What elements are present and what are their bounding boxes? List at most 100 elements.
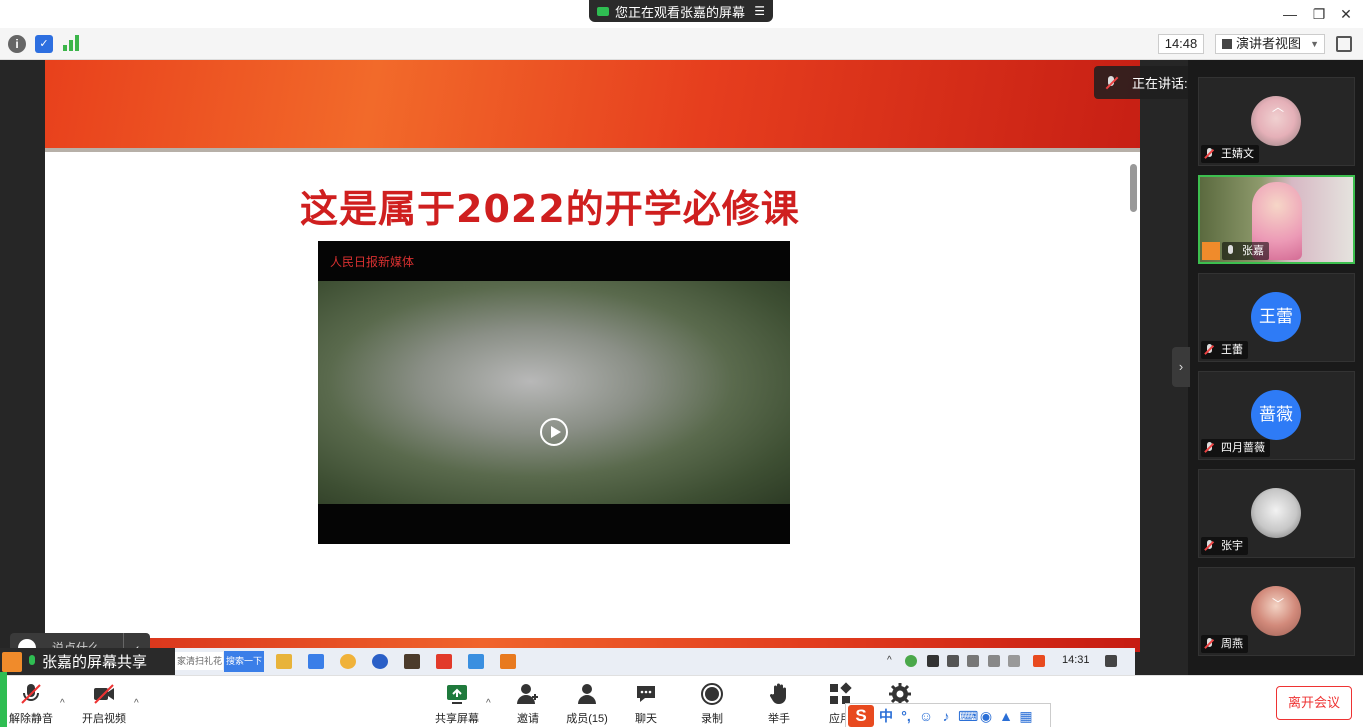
audio-options-caret[interactable]: ^ — [60, 698, 65, 709]
ime-emoji-icon[interactable]: ☺ — [918, 708, 934, 724]
chevron-down-icon: ▼ — [1310, 39, 1319, 49]
raise-hand-button[interactable]: 举手 — [765, 680, 793, 726]
tray-network-icon — [1008, 655, 1020, 667]
tray-ime-icon — [1033, 655, 1045, 667]
start-video-label: 开启视频 — [82, 713, 126, 725]
collapse-panel-button[interactable]: › — [1172, 347, 1190, 387]
menu-icon[interactable]: ☰ — [754, 4, 765, 18]
taskbar-clock: 14:31 — [1062, 654, 1090, 666]
chat-button[interactable]: 聊天 — [632, 680, 660, 726]
folder-icon — [276, 654, 292, 669]
mic-icon — [26, 653, 38, 671]
avatar: 王蕾 — [1251, 292, 1301, 342]
notification-icon — [1105, 655, 1117, 667]
screen-share-owner: 张嘉的屏幕共享 — [42, 654, 148, 671]
chat-label: 聊天 — [635, 713, 657, 725]
embedded-video[interactable]: 人民日报新媒体 — [318, 241, 790, 544]
fullscreen-icon[interactable] — [1336, 36, 1352, 52]
leave-meeting-button[interactable]: 离开会议 — [1276, 686, 1352, 720]
browser-icon — [340, 654, 356, 669]
play-icon[interactable] — [540, 418, 568, 446]
taskbar-search-field: 家清扫礼花 — [175, 652, 223, 670]
participant-name: 四月蔷薇 — [1201, 439, 1270, 457]
meeting-time: 14:48 — [1158, 34, 1204, 54]
sogou-logo-icon: S — [848, 704, 874, 727]
ime-toolbox-icon[interactable]: ▦ — [1018, 708, 1034, 724]
participant-tile-active[interactable]: 张嘉 — [1198, 175, 1355, 264]
tray-battery-icon — [947, 655, 959, 667]
host-icon — [1202, 242, 1220, 260]
participant-name: 王婧文 — [1201, 145, 1259, 163]
chat-icon — [637, 686, 655, 702]
screen-share-label: 张嘉的屏幕共享 — [0, 648, 175, 675]
participant-name: 张宇 — [1201, 537, 1248, 555]
ime-lang-toggle[interactable]: 中 — [878, 708, 894, 724]
video-frame — [318, 281, 790, 504]
meeting-controls-bar: 解除静音 ^ 开启视频 ^ 共享屏幕 ^ 邀请 成员(15) 聊天 录制 举手 … — [0, 675, 1363, 727]
media-icon — [404, 654, 420, 669]
avatar: 蔷薇 — [1251, 390, 1301, 440]
invite-button[interactable]: 邀请 — [513, 680, 543, 726]
ime-toolbar[interactable]: S 中 °, ☺ ♪ ⌨ ◉ ▲ ▦ — [845, 703, 1051, 727]
participant-name: 张嘉 — [1222, 242, 1269, 260]
tray-mic-icon — [927, 655, 939, 667]
slide-header-banner — [45, 60, 1140, 152]
close-button[interactable]: ✕ — [1336, 4, 1356, 24]
raise-hand-label: 举手 — [768, 713, 790, 725]
speaker-view-icon — [1222, 39, 1232, 49]
tray-volume-icon — [967, 655, 979, 667]
participant-tile[interactable]: 张宇 — [1198, 469, 1355, 558]
unmute-button[interactable]: 解除静音 — [8, 680, 54, 726]
ime-voice-icon[interactable]: ♪ — [938, 708, 954, 724]
share-screen-button[interactable]: 共享屏幕 — [433, 680, 481, 726]
signal-icon[interactable] — [63, 35, 81, 51]
meeting-app-icon — [372, 654, 388, 669]
record-label: 录制 — [701, 713, 723, 725]
avatar — [1251, 488, 1301, 538]
shared-taskbar: 张嘉的屏幕共享 家清扫礼花 搜索一下 ^ 14:31 — [0, 648, 1135, 675]
shield-icon[interactable]: ✓ — [35, 35, 53, 53]
tray-wifi-icon — [988, 655, 1000, 667]
mic-muted-icon — [1104, 75, 1118, 90]
tray-app-icon — [905, 655, 917, 667]
word-icon — [308, 654, 324, 669]
minimize-button[interactable]: — — [1280, 4, 1300, 24]
participant-tile[interactable]: ︿ 王婧文 — [1198, 77, 1355, 166]
members-label: 成员(15) — [566, 713, 608, 725]
ime-punct-toggle[interactable]: °, — [898, 708, 914, 724]
scroll-up-icon[interactable]: ︿ — [1269, 98, 1287, 114]
ime-keyboard-icon[interactable]: ⌨ — [958, 708, 978, 724]
participant-name: 王蕾 — [1201, 341, 1248, 359]
people-icon — [578, 684, 596, 704]
wps-icon — [436, 654, 452, 669]
taskbar-search-button: 搜索一下 — [224, 651, 264, 672]
restore-button[interactable]: ❐ — [1309, 4, 1329, 24]
video-logo: 人民日报新媒体 — [330, 255, 415, 269]
view-mode-dropdown[interactable]: 演讲者视图 ▼ — [1215, 34, 1325, 54]
share-screen-label: 共享屏幕 — [435, 713, 479, 725]
video-options-caret[interactable]: ^ — [134, 698, 139, 709]
participant-tile[interactable]: 蔷薇 四月蔷薇 — [1198, 371, 1355, 460]
info-icon[interactable]: i — [8, 35, 26, 53]
camera-icon — [597, 6, 609, 16]
ime-skin-icon[interactable]: ▲ — [998, 708, 1014, 724]
audio-level-indicator — [0, 672, 7, 727]
members-button[interactable]: 成员(15) — [563, 680, 611, 726]
record-button[interactable]: 录制 — [698, 680, 726, 726]
participant-tile[interactable]: 王蕾 王蕾 — [1198, 273, 1355, 362]
ime-user-icon[interactable]: ◉ — [978, 708, 994, 724]
scroll-down-icon[interactable]: ﹀ — [1269, 595, 1287, 611]
video-off-icon — [94, 684, 114, 704]
avatar — [1251, 586, 1301, 636]
presentation-slide: 这是属于2022的开学必修课 人民日报新媒体 — [45, 60, 1140, 652]
record-icon — [701, 683, 723, 705]
start-video-button[interactable]: 开启视频 — [80, 680, 128, 726]
viewing-screen-pill[interactable]: 您正在观看张嘉的屏幕 ☰ — [589, 0, 773, 22]
share-options-caret[interactable]: ^ — [486, 698, 491, 709]
share-screen-icon — [447, 685, 467, 704]
viewing-screen-label: 您正在观看张嘉的屏幕 — [615, 4, 746, 20]
participant-tile[interactable]: ﹀ 周燕 — [1198, 567, 1355, 656]
person-icon — [2, 651, 22, 672]
slide-scrollbar[interactable] — [1130, 164, 1137, 212]
add-person-icon — [517, 684, 538, 704]
